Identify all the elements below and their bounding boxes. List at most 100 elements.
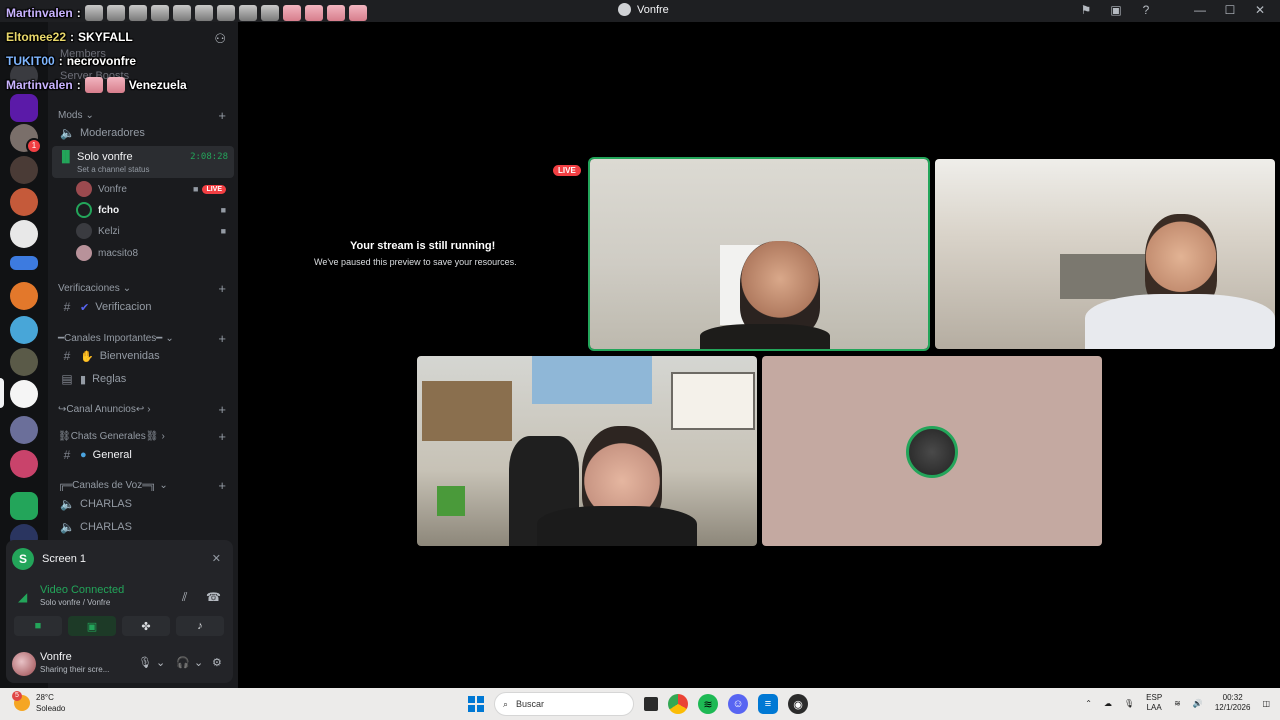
server-icon[interactable] bbox=[10, 94, 38, 122]
channel-bienvenidas[interactable]: # ✋ Bienvenidas bbox=[56, 345, 232, 367]
soundboard-button[interactable]: ♪ bbox=[176, 616, 224, 636]
chevron-up-icon[interactable]: ⌃ bbox=[1085, 699, 1092, 708]
add-channel-icon[interactable]: + bbox=[218, 429, 226, 444]
noise-suppression-icon[interactable]: ⫽ bbox=[182, 590, 187, 605]
emote-icon bbox=[172, 5, 191, 21]
server-icon[interactable] bbox=[10, 492, 38, 520]
avatar[interactable] bbox=[12, 652, 36, 676]
connection-status: Video Connected bbox=[40, 584, 125, 596]
camera-button[interactable]: ■ bbox=[14, 616, 62, 636]
add-channel-icon[interactable]: + bbox=[218, 478, 226, 493]
add-channel-icon[interactable]: + bbox=[218, 281, 226, 296]
microphone-icon[interactable]: 🎙 bbox=[138, 656, 152, 669]
voice-user[interactable]: macsito8 bbox=[76, 243, 226, 263]
voice-user[interactable]: Vonfre ■ LIVE bbox=[76, 179, 226, 199]
server-icon[interactable] bbox=[10, 348, 38, 376]
close-icon[interactable]: ✕ bbox=[1252, 2, 1268, 18]
connection-location[interactable]: Solo vonfre / Vonfre bbox=[40, 598, 110, 607]
notepad-icon[interactable]: ≡ bbox=[758, 694, 778, 714]
network-icon[interactable]: ☁ bbox=[1104, 699, 1112, 708]
emote-icon bbox=[106, 5, 125, 21]
voice-channel-status[interactable]: Set a channel status bbox=[77, 165, 150, 174]
voice-channel-name: Solo vonfre bbox=[77, 151, 133, 163]
task-view-icon[interactable] bbox=[644, 697, 658, 711]
discord-icon[interactable]: ☺ bbox=[728, 694, 748, 714]
server-icon[interactable] bbox=[10, 256, 38, 270]
status-icons: ■ LIVE bbox=[193, 184, 226, 194]
flag-icon[interactable]: ⚑ bbox=[1078, 2, 1094, 18]
video-tile[interactable] bbox=[417, 356, 757, 546]
video-tile[interactable] bbox=[588, 157, 930, 351]
wifi-icon[interactable]: ≋ bbox=[1174, 699, 1181, 708]
category-verificaciones[interactable]: Verificaciones ⌄ bbox=[58, 283, 131, 294]
channel-verificacion[interactable]: # ✔ Verificacion bbox=[56, 296, 232, 318]
add-channel-icon[interactable]: + bbox=[218, 108, 226, 123]
category-voz[interactable]: ╔═Canales de Voz═╗ ⌄ bbox=[58, 480, 168, 491]
activities-button[interactable]: ✤ bbox=[122, 616, 170, 636]
channel-label: General bbox=[92, 449, 132, 461]
server-icon[interactable] bbox=[10, 282, 38, 310]
search-input[interactable]: ⌕ Buscar bbox=[494, 692, 634, 716]
category-anuncios[interactable]: ↪Canal Anuncios↩ › bbox=[58, 404, 151, 415]
add-user-icon[interactable]: ⚇ bbox=[214, 31, 226, 47]
window-title-text: Vonfre bbox=[637, 3, 669, 16]
avatar bbox=[76, 245, 92, 261]
camera-icon: ■ bbox=[220, 205, 226, 215]
server-icon[interactable] bbox=[10, 156, 38, 184]
server-icon[interactable] bbox=[10, 220, 38, 248]
emote-icon bbox=[84, 5, 103, 21]
obs-icon[interactable]: ◉ bbox=[788, 694, 808, 714]
server-icon[interactable] bbox=[10, 450, 38, 478]
active-voice-channel[interactable]: ▐▌ Solo vonfre Set a channel status 2:08… bbox=[52, 146, 234, 178]
video-tile[interactable] bbox=[935, 159, 1275, 349]
category-mods[interactable]: Mods ⌄ bbox=[58, 110, 94, 121]
channel-general[interactable]: # ● General bbox=[56, 444, 232, 466]
volume-icon[interactable]: 🔊 bbox=[1193, 699, 1203, 708]
user-name[interactable]: Vonfre bbox=[40, 651, 72, 663]
category-importantes[interactable]: ━Canales Importantes━ ⌄ bbox=[58, 333, 174, 344]
voice-user[interactable]: fcho ■ bbox=[76, 200, 226, 220]
emote-icon bbox=[260, 5, 279, 21]
emote-icon bbox=[238, 5, 257, 21]
server-icon[interactable] bbox=[10, 316, 38, 344]
windows-start-icon[interactable] bbox=[468, 696, 484, 712]
server-icon[interactable] bbox=[10, 416, 38, 444]
live-badge: LIVE bbox=[553, 165, 581, 176]
server-icon[interactable] bbox=[10, 380, 38, 408]
headphones-icon[interactable]: 🎧 bbox=[176, 656, 190, 669]
chat-message: Eltomee22 : SKYFALL bbox=[6, 30, 133, 44]
channel-reglas[interactable]: ▤ ▮ Reglas bbox=[56, 368, 232, 390]
channel-charlas[interactable]: 🔈 CHARLAS bbox=[56, 516, 232, 538]
channel-moderadores[interactable]: 🔈 Moderadores bbox=[56, 122, 232, 144]
chrome-icon[interactable] bbox=[668, 694, 688, 714]
chat-user: Martinvalen bbox=[6, 6, 73, 20]
notifications-icon[interactable]: ◫ bbox=[1262, 699, 1270, 708]
channel-label: Moderadores bbox=[80, 127, 145, 139]
add-channel-icon[interactable]: + bbox=[218, 331, 226, 346]
channel-charlas[interactable]: 🔈 CHARLAS bbox=[56, 493, 232, 515]
close-icon[interactable]: ✕ bbox=[212, 552, 221, 565]
gear-icon[interactable]: ⚙ bbox=[212, 656, 222, 669]
minimize-icon[interactable]: — bbox=[1192, 2, 1208, 18]
server-icon[interactable] bbox=[10, 188, 38, 216]
chevron-down-icon[interactable]: ⌄ bbox=[156, 656, 165, 669]
spotify-icon[interactable]: ≋ bbox=[698, 694, 718, 714]
inbox-icon[interactable]: ▣ bbox=[1108, 2, 1124, 18]
language-indicator[interactable]: ESP LAA bbox=[1146, 693, 1162, 713]
share-screen-button[interactable]: ▣ bbox=[68, 616, 116, 636]
weather-widget[interactable]: 5 28°C Soleado bbox=[12, 691, 65, 714]
voice-user[interactable]: Kelzi ■ bbox=[76, 221, 226, 241]
disconnect-icon[interactable]: ☎ bbox=[206, 590, 221, 604]
category-generales[interactable]: ⛓Chats Generales⛓ › bbox=[58, 431, 165, 442]
voice-panel: S Screen 1 ✕ ◢ Video Connected Solo vonf… bbox=[6, 540, 233, 683]
add-channel-icon[interactable]: + bbox=[218, 402, 226, 417]
clock[interactable]: 00:32 12/1/2026 bbox=[1215, 693, 1251, 713]
clock-time: 00:32 bbox=[1222, 693, 1243, 702]
speaker-icon: 🔈 bbox=[60, 520, 75, 534]
screen-share-row: S Screen 1 bbox=[12, 548, 86, 570]
microphone-icon[interactable]: 🎙 bbox=[1124, 699, 1134, 708]
help-icon[interactable]: ? bbox=[1138, 2, 1154, 18]
chevron-down-icon[interactable]: ⌄ bbox=[194, 656, 203, 669]
maximize-icon[interactable]: ☐ bbox=[1222, 2, 1238, 18]
